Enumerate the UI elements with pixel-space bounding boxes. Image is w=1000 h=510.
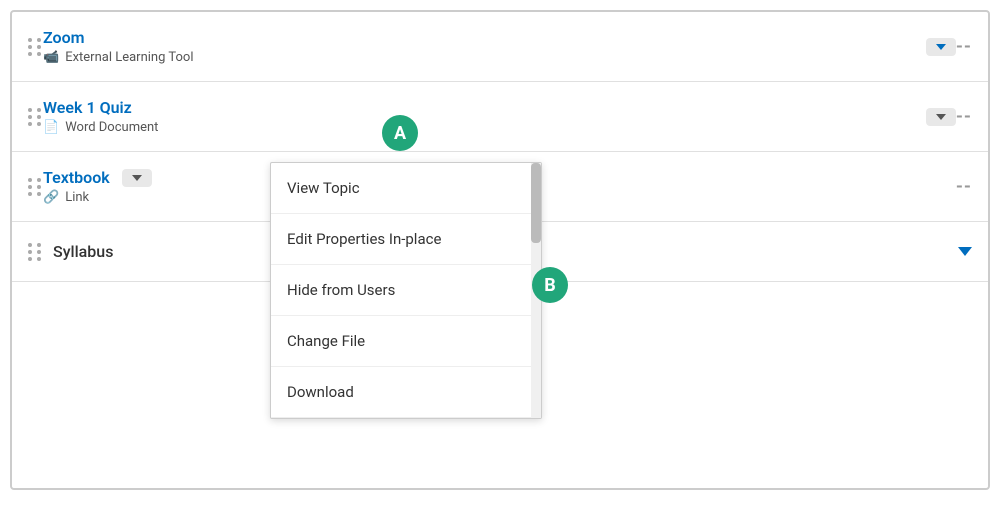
drag-handle-quiz[interactable] — [28, 108, 43, 126]
zoom-content: Zoom 📹 External Learning Tool — [43, 28, 914, 65]
dropdown-scrollbar-thumb[interactable] — [531, 163, 541, 243]
week1quiz-row: Week 1 Quiz 📄 Word Document -- — [12, 82, 988, 152]
quiz-subtitle: 📄 Word Document — [43, 120, 914, 135]
menu-view-topic[interactable]: View Topic — [271, 163, 541, 214]
dropdown-menu-inner: View Topic Edit Properties In-place Hide… — [271, 163, 541, 418]
textbook-type: Link — [65, 190, 89, 205]
drag-handle-zoom[interactable] — [28, 38, 43, 56]
quiz-doc-icon: 📄 — [43, 120, 59, 135]
syllabus-right — [958, 247, 972, 256]
quiz-chevron-icon — [936, 114, 946, 120]
content-area: Zoom 📹 External Learning Tool -- Week 1 … — [10, 10, 990, 490]
textbook-dash: -- — [956, 176, 972, 197]
zoom-type: External Learning Tool — [65, 50, 193, 65]
zoom-icon: 📹 — [43, 50, 59, 65]
dropdown-menu: View Topic Edit Properties In-place Hide… — [270, 162, 542, 419]
zoom-dropdown-button[interactable] — [926, 38, 956, 56]
zoom-title[interactable]: Zoom — [43, 28, 914, 47]
textbook-right: -- — [956, 176, 972, 197]
textbook-dropdown-button[interactable] — [122, 169, 152, 187]
zoom-row: Zoom 📹 External Learning Tool -- — [12, 12, 988, 82]
zoom-dash: -- — [956, 36, 972, 57]
quiz-type: Word Document — [65, 120, 158, 135]
zoom-subtitle: 📹 External Learning Tool — [43, 50, 914, 65]
syllabus-chevron-icon[interactable] — [958, 247, 972, 256]
drag-handle-textbook[interactable] — [28, 178, 43, 196]
zoom-right: -- — [956, 36, 972, 57]
quiz-right: -- — [956, 106, 972, 127]
menu-hide-from-users[interactable]: Hide from Users — [271, 265, 541, 316]
badge-a: A — [382, 115, 418, 151]
drag-handle-syllabus[interactable] — [28, 243, 43, 261]
quiz-dash: -- — [956, 106, 972, 127]
menu-change-file[interactable]: Change File — [271, 316, 541, 367]
quiz-content: Week 1 Quiz 📄 Word Document — [43, 98, 914, 135]
zoom-chevron-icon — [936, 44, 946, 50]
menu-edit-properties[interactable]: Edit Properties In-place — [271, 214, 541, 265]
badge-b: B — [532, 267, 568, 303]
quiz-title[interactable]: Week 1 Quiz — [43, 98, 914, 117]
textbook-link-icon: 🔗 — [43, 190, 59, 205]
syllabus-title[interactable]: Syllabus — [53, 242, 113, 261]
textbook-chevron-icon — [132, 175, 142, 181]
quiz-dropdown-button[interactable] — [926, 108, 956, 126]
menu-download[interactable]: Download — [271, 367, 541, 418]
